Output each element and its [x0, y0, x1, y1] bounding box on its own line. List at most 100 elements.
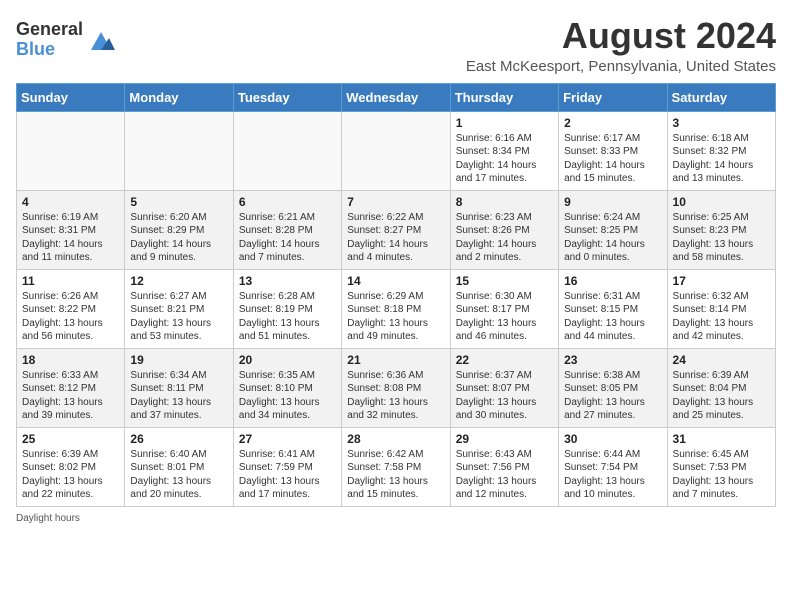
day-info: Sunrise: 6:33 AMSunset: 8:12 PMDaylight:…	[22, 369, 119, 423]
calendar-week-4: 18 Sunrise: 6:33 AMSunset: 8:12 PMDayligh…	[17, 348, 776, 427]
calendar-cell: 28 Sunrise: 6:42 AMSunset: 7:58 PMDayligh…	[342, 427, 450, 506]
day-number: 6	[239, 195, 336, 209]
calendar-cell: 18 Sunrise: 6:33 AMSunset: 8:12 PMDayligh…	[17, 348, 125, 427]
calendar-header-thursday: Thursday	[450, 83, 558, 111]
calendar-cell: 21 Sunrise: 6:36 AMSunset: 8:08 PMDayligh…	[342, 348, 450, 427]
day-info: Sunrise: 6:42 AMSunset: 7:58 PMDaylight:…	[347, 448, 444, 502]
calendar-cell: 23 Sunrise: 6:38 AMSunset: 8:05 PMDayligh…	[559, 348, 667, 427]
day-number: 31	[673, 432, 770, 446]
day-number: 29	[456, 432, 553, 446]
calendar-cell	[125, 111, 233, 190]
day-info: Sunrise: 6:43 AMSunset: 7:56 PMDaylight:…	[456, 448, 553, 502]
day-info: Sunrise: 6:41 AMSunset: 7:59 PMDaylight:…	[239, 448, 336, 502]
day-number: 14	[347, 274, 444, 288]
day-number: 25	[22, 432, 119, 446]
calendar-cell: 24Sunrise: 6:39 AMSunset: 8:04 PMDayligh…	[667, 348, 775, 427]
calendar-cell: 1 Sunrise: 6:16 AMSunset: 8:34 PMDaylight…	[450, 111, 558, 190]
day-number: 7	[347, 195, 444, 209]
day-number: 10	[673, 195, 770, 209]
day-info: Sunrise: 6:24 AMSunset: 8:25 PMDaylight:…	[564, 211, 661, 265]
calendar-header-monday: Monday	[125, 83, 233, 111]
day-number: 24	[673, 353, 770, 367]
day-info: Sunrise: 6:35 AMSunset: 8:10 PMDaylight:…	[239, 369, 336, 423]
calendar-cell: 2Sunrise: 6:17 AMSunset: 8:33 PMDaylight…	[559, 111, 667, 190]
location: East McKeesport, Pennsylvania, United St…	[466, 58, 776, 75]
calendar-cell: 13 Sunrise: 6:28 AMSunset: 8:19 PMDayligh…	[233, 269, 341, 348]
calendar-cell	[17, 111, 125, 190]
day-number: 18	[22, 353, 119, 367]
day-number: 15	[456, 274, 553, 288]
day-number: 11	[22, 274, 119, 288]
calendar-header-friday: Friday	[559, 83, 667, 111]
calendar-header-tuesday: Tuesday	[233, 83, 341, 111]
calendar-header-row: SundayMondayTuesdayWednesdayThursdayFrid…	[17, 83, 776, 111]
day-info: Sunrise: 6:37 AMSunset: 8:07 PMDaylight:…	[456, 369, 553, 423]
day-number: 26	[130, 432, 227, 446]
day-number: 21	[347, 353, 444, 367]
title-block: August 2024 East McKeesport, Pennsylvani…	[466, 16, 776, 75]
day-number: 5	[130, 195, 227, 209]
calendar-week-1: 1 Sunrise: 6:16 AMSunset: 8:34 PMDaylight…	[17, 111, 776, 190]
calendar-cell: 16 Sunrise: 6:31 AMSunset: 8:15 PMDayligh…	[559, 269, 667, 348]
day-number: 8	[456, 195, 553, 209]
day-number: 19	[130, 353, 227, 367]
day-info: Sunrise: 6:39 AMSunset: 8:02 PMDaylight:…	[22, 448, 119, 502]
day-info: Sunrise: 6:30 AMSunset: 8:17 PMDaylight:…	[456, 290, 553, 344]
day-info: Sunrise: 6:21 AMSunset: 8:28 PMDaylight:…	[239, 211, 336, 265]
calendar-cell: 12 Sunrise: 6:27 AMSunset: 8:21 PMDayligh…	[125, 269, 233, 348]
day-number: 17	[673, 274, 770, 288]
daylight-note: Daylight hours	[16, 513, 776, 524]
day-info: Sunrise: 6:36 AMSunset: 8:08 PMDaylight:…	[347, 369, 444, 423]
day-number: 23	[564, 353, 661, 367]
page-header: General Blue August 2024 East McKeesport…	[16, 16, 776, 75]
day-info: Sunrise: 6:32 AMSunset: 8:14 PMDaylight:…	[673, 290, 770, 344]
day-number: 2	[564, 116, 661, 130]
day-number: 4	[22, 195, 119, 209]
day-info: Sunrise: 6:31 AMSunset: 8:15 PMDaylight:…	[564, 290, 661, 344]
calendar-cell: 5 Sunrise: 6:20 AMSunset: 8:29 PMDaylight…	[125, 190, 233, 269]
day-info: Sunrise: 6:22 AMSunset: 8:27 PMDaylight:…	[347, 211, 444, 265]
logo: General Blue	[16, 20, 115, 60]
calendar-cell	[342, 111, 450, 190]
day-info: Sunrise: 6:45 AMSunset: 7:53 PMDaylight:…	[673, 448, 770, 502]
calendar-cell: 20 Sunrise: 6:35 AMSunset: 8:10 PMDayligh…	[233, 348, 341, 427]
calendar-cell: 15 Sunrise: 6:30 AMSunset: 8:17 PMDayligh…	[450, 269, 558, 348]
day-number: 12	[130, 274, 227, 288]
calendar-cell	[233, 111, 341, 190]
day-number: 27	[239, 432, 336, 446]
calendar-week-2: 4 Sunrise: 6:19 AMSunset: 8:31 PMDaylight…	[17, 190, 776, 269]
calendar-cell: 4 Sunrise: 6:19 AMSunset: 8:31 PMDaylight…	[17, 190, 125, 269]
day-info: Sunrise: 6:25 AMSunset: 8:23 PMDaylight:…	[673, 211, 770, 265]
day-info: Sunrise: 6:23 AMSunset: 8:26 PMDaylight:…	[456, 211, 553, 265]
day-info: Sunrise: 6:20 AMSunset: 8:29 PMDaylight:…	[130, 211, 227, 265]
calendar-header-saturday: Saturday	[667, 83, 775, 111]
day-info: Sunrise: 6:27 AMSunset: 8:21 PMDaylight:…	[130, 290, 227, 344]
calendar-cell: 26Sunrise: 6:40 AMSunset: 8:01 PMDayligh…	[125, 427, 233, 506]
calendar-cell: 25 Sunrise: 6:39 AMSunset: 8:02 PMDayligh…	[17, 427, 125, 506]
day-info: Sunrise: 6:28 AMSunset: 8:19 PMDaylight:…	[239, 290, 336, 344]
calendar-cell: 29 Sunrise: 6:43 AMSunset: 7:56 PMDayligh…	[450, 427, 558, 506]
day-info: Sunrise: 6:38 AMSunset: 8:05 PMDaylight:…	[564, 369, 661, 423]
day-number: 20	[239, 353, 336, 367]
day-number: 9	[564, 195, 661, 209]
day-number: 28	[347, 432, 444, 446]
calendar-cell: 9 Sunrise: 6:24 AMSunset: 8:25 PMDaylight…	[559, 190, 667, 269]
calendar-cell: 30Sunrise: 6:44 AMSunset: 7:54 PMDayligh…	[559, 427, 667, 506]
month-title: August 2024	[466, 16, 776, 56]
calendar-cell: 3Sunrise: 6:18 AMSunset: 8:32 PMDaylight…	[667, 111, 775, 190]
calendar-cell: 10 Sunrise: 6:25 AMSunset: 8:23 PMDayligh…	[667, 190, 775, 269]
day-info: Sunrise: 6:26 AMSunset: 8:22 PMDaylight:…	[22, 290, 119, 344]
calendar-cell: 19Sunrise: 6:34 AMSunset: 8:11 PMDayligh…	[125, 348, 233, 427]
day-number: 13	[239, 274, 336, 288]
day-info: Sunrise: 6:16 AMSunset: 8:34 PMDaylight:…	[456, 132, 553, 186]
logo-general: General	[16, 20, 83, 40]
logo-icon	[87, 26, 115, 54]
day-number: 16	[564, 274, 661, 288]
day-info: Sunrise: 6:19 AMSunset: 8:31 PMDaylight:…	[22, 211, 119, 265]
day-number: 1	[456, 116, 553, 130]
day-number: 3	[673, 116, 770, 130]
calendar-cell: 22Sunrise: 6:37 AMSunset: 8:07 PMDayligh…	[450, 348, 558, 427]
day-info: Sunrise: 6:44 AMSunset: 7:54 PMDaylight:…	[564, 448, 661, 502]
day-info: Sunrise: 6:29 AMSunset: 8:18 PMDaylight:…	[347, 290, 444, 344]
calendar-cell: 27 Sunrise: 6:41 AMSunset: 7:59 PMDayligh…	[233, 427, 341, 506]
